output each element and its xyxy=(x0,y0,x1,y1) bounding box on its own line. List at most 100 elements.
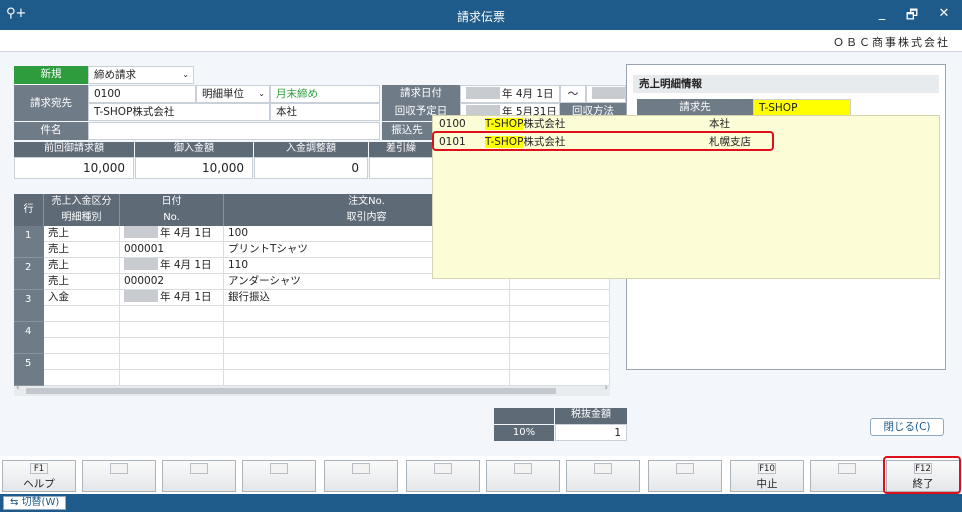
grid-cell-desc[interactable] xyxy=(224,306,510,322)
detail-unit-label: 明細単位 xyxy=(202,88,244,100)
grid-date-value: 年 4月 1日 xyxy=(160,227,212,239)
company-name: ＯＢＣ商事株式会社 xyxy=(833,36,950,49)
grid-cell-kind[interactable] xyxy=(44,322,120,338)
invoice-date-to-field[interactable] xyxy=(586,85,626,103)
fkey-blank-button[interactable] xyxy=(162,460,236,492)
subject-label: 件名 xyxy=(14,122,88,140)
scroll-right-icon[interactable]: › xyxy=(604,383,608,393)
function-key-bar: F1 ヘルプ F10 中止 F12 終了 xyxy=(0,458,962,494)
fkey-blank-button[interactable] xyxy=(566,460,640,492)
grid-cell-order[interactable] xyxy=(224,354,510,370)
grid-cell-no[interactable] xyxy=(120,370,224,386)
close-button[interactable]: 閉じる(C) xyxy=(870,418,944,436)
fkey-blank-button[interactable] xyxy=(324,460,398,492)
fkey-f1-button[interactable]: F1 ヘルプ xyxy=(2,460,76,492)
grid-cell-type[interactable]: 売上 xyxy=(44,274,120,290)
grid-cell-date[interactable]: 年 4月 1日 xyxy=(120,226,224,242)
summary-adjust-value: 0 xyxy=(254,157,368,179)
invoice-date-value: 年 4月 1日 xyxy=(502,88,554,100)
grid-cell-date[interactable] xyxy=(120,322,224,338)
grid-cell-extra[interactable] xyxy=(510,370,610,386)
fkey-blank-button[interactable] xyxy=(82,460,156,492)
fkey-f10-button[interactable]: F10 中止 xyxy=(730,460,804,492)
chevron-down-icon: ⌄ xyxy=(182,70,189,79)
fkey-blank-button[interactable] xyxy=(486,460,560,492)
year-mask xyxy=(124,226,158,238)
subject-field[interactable] xyxy=(88,122,380,140)
detail-unit-field[interactable]: 明細単位 ⌄ xyxy=(196,85,270,103)
grid-cell-date[interactable]: 年 4月 1日 xyxy=(120,290,224,306)
fkey-blank-button[interactable] xyxy=(242,460,316,492)
fkey-code xyxy=(594,463,612,474)
scroll-thumb[interactable] xyxy=(26,388,556,394)
fkey-blank-button[interactable] xyxy=(810,460,884,492)
grid-cell-date[interactable]: 年 4月 1日 xyxy=(120,258,224,274)
fkey-label: 中止 xyxy=(756,478,778,490)
switch-icon: ⇆ xyxy=(10,497,22,508)
grid-cell-desc[interactable] xyxy=(224,338,510,354)
switch-label: 切替(W) xyxy=(21,497,60,508)
year-mask xyxy=(124,290,158,302)
billing-to-label: 請求宛先 xyxy=(14,85,88,121)
transfer-label: 振込先 xyxy=(382,122,432,140)
fkey-code xyxy=(270,463,288,474)
company-row: ＯＢＣ商事株式会社 xyxy=(0,30,962,52)
fkey-code xyxy=(838,463,856,474)
summary-header-prev: 前回御請求額 xyxy=(14,142,134,157)
grid-cell-no[interactable]: 000001 xyxy=(120,242,224,258)
grid-cell-kind[interactable] xyxy=(44,354,120,370)
grid-cell-date[interactable] xyxy=(120,354,224,370)
closing-field[interactable]: 月末締め xyxy=(270,85,380,103)
fkey-code xyxy=(434,463,452,474)
grid-cell-extra[interactable] xyxy=(510,306,610,322)
highlight-callout-f12 xyxy=(883,456,961,494)
grid-cell-kind[interactable]: 入金 xyxy=(44,290,120,306)
grid-cell-kind[interactable]: 売上 xyxy=(44,226,120,242)
grid-cell-type[interactable] xyxy=(44,338,120,354)
minimize-icon[interactable]: _ xyxy=(872,6,892,21)
fkey-code: F1 xyxy=(30,463,48,474)
fkey-code xyxy=(190,463,208,474)
grid-cell-order[interactable]: 銀行振込 xyxy=(224,290,510,306)
grid-cell-type[interactable] xyxy=(44,370,120,386)
grid-cell-kind[interactable]: 売上 xyxy=(44,258,120,274)
summary-prev-value: 10,000 xyxy=(14,157,134,179)
new-mode-label: 新規 xyxy=(14,66,88,84)
grid-cell-no[interactable] xyxy=(120,338,224,354)
fkey-label: ヘルプ xyxy=(23,478,55,490)
year-mask xyxy=(592,87,625,99)
scroll-left-icon[interactable]: ‹ xyxy=(16,383,20,393)
grid-cell-extra[interactable] xyxy=(510,338,610,354)
fkey-blank-button[interactable] xyxy=(406,460,480,492)
grid-cell-type[interactable]: 売上 xyxy=(44,242,120,258)
date-range-tilde: 〜 xyxy=(560,85,586,103)
switch-button[interactable]: ⇆ 切替(W) xyxy=(3,496,67,510)
grid-cell-no[interactable]: 000002 xyxy=(120,274,224,290)
grid-cell-extra[interactable] xyxy=(510,354,610,370)
branch-field[interactable]: 本社 xyxy=(270,103,380,121)
grid-cell-extra[interactable] xyxy=(510,290,610,306)
fkey-code xyxy=(676,463,694,474)
grid-cell-no[interactable] xyxy=(120,306,224,322)
row-number: 2 xyxy=(14,258,44,290)
summary-header-paid: 御入金額 xyxy=(135,142,253,157)
grid-cell-order[interactable] xyxy=(224,322,510,338)
horizontal-scrollbar[interactable]: ‹ › xyxy=(14,383,610,396)
main-area: 新規 締め請求 ⌄ 請求宛先 0100 明細単位 ⌄ 月末締め T-SHOP株式会社… xyxy=(0,52,962,456)
restore-icon[interactable]: 🗗 xyxy=(902,6,922,28)
fkey-blank-button[interactable] xyxy=(648,460,722,492)
option-name-rest: 株式会社 xyxy=(523,118,566,130)
highlight-callout-option xyxy=(432,131,774,151)
billing-to-name-field[interactable]: T-SHOP株式会社 xyxy=(88,103,270,121)
invoice-date-label: 請求日付 xyxy=(382,85,460,103)
grid-cell-type[interactable] xyxy=(44,306,120,322)
invoice-date-field[interactable]: 年 4月 1日 xyxy=(460,85,560,103)
billing-type-select[interactable]: 締め請求 ⌄ xyxy=(88,66,194,84)
chevron-down-icon: ⌄ xyxy=(258,89,265,98)
billing-to-code-field[interactable]: 0100 xyxy=(88,85,196,103)
option-branch: 本社 xyxy=(709,118,730,130)
grid-cell-desc[interactable] xyxy=(224,370,510,386)
title-bar: ⚲+ 請求伝票 _ 🗗 ✕ xyxy=(0,0,962,30)
close-icon[interactable]: ✕ xyxy=(934,6,954,21)
grid-cell-extra[interactable] xyxy=(510,322,610,338)
